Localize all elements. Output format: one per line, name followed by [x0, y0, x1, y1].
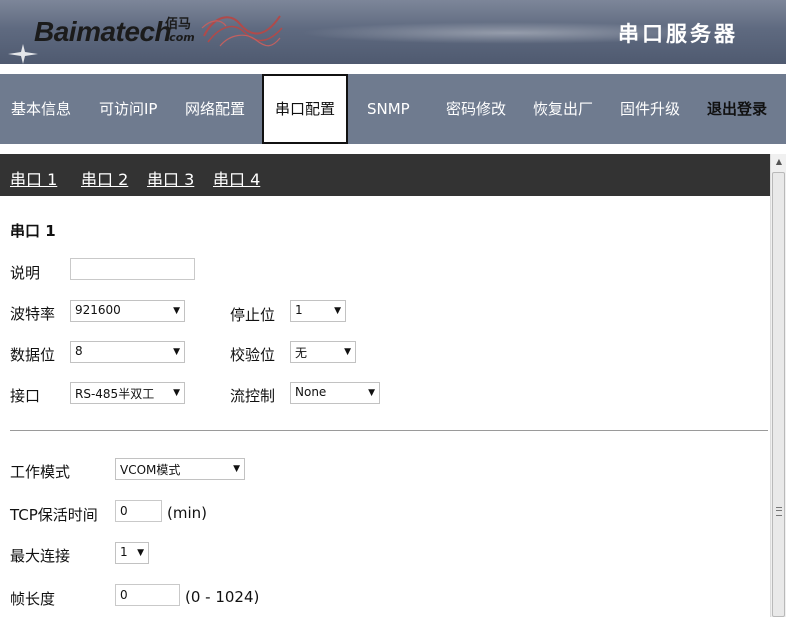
description-input[interactable]: [70, 258, 195, 280]
logo-domain: .com: [165, 31, 195, 44]
baud-rate-select[interactable]: 921600 ▼: [70, 300, 185, 322]
frame-length-unit: (0 - 1024): [185, 588, 260, 606]
logo-cn: 佰马 .com: [165, 18, 195, 44]
baud-rate-label: 波特率: [10, 305, 56, 323]
grip-icon: [776, 507, 782, 516]
nav-item-factory-reset[interactable]: 恢复出厂: [533, 74, 593, 144]
data-bits-label: 数据位: [10, 346, 56, 364]
frame-length-input[interactable]: [115, 584, 180, 606]
tab-serial-1[interactable]: 串口 1: [10, 166, 57, 190]
stop-bits-value: 1: [295, 303, 303, 317]
main-nav: 基本信息 可访问IP 网络配置 串口配置 SNMP 密码修改 恢复出厂 固件升级…: [0, 74, 786, 144]
frame-length-label: 帧长度: [10, 590, 56, 608]
interface-select[interactable]: RS-485半双工 ▼: [70, 382, 185, 404]
work-mode-value: VCOM模式: [120, 463, 181, 477]
chevron-down-icon: ▼: [173, 388, 180, 398]
data-bits-select[interactable]: 8 ▼: [70, 341, 185, 363]
chevron-down-icon: ▼: [344, 347, 351, 357]
chevron-down-icon: ▼: [334, 306, 341, 316]
product-title: 串口服务器: [618, 22, 738, 46]
max-connections-select[interactable]: 1 ▼: [115, 542, 149, 564]
nav-item-basic-info[interactable]: 基本信息: [11, 74, 71, 144]
nav-item-change-password[interactable]: 密码修改: [446, 74, 506, 144]
scrollbar-thumb[interactable]: [772, 172, 785, 617]
logo-text: Baimatech: [34, 16, 172, 47]
baud-rate-value: 921600: [75, 303, 121, 317]
header-banner: Baimatech 佰马 .com 串口服务器: [0, 0, 786, 64]
section-title: 串口 1: [10, 222, 56, 240]
parity-select[interactable]: 无 ▼: [290, 341, 356, 363]
stop-bits-select[interactable]: 1 ▼: [290, 300, 346, 322]
scroll-up-icon[interactable]: ▲: [771, 154, 786, 170]
stop-bits-label: 停止位: [230, 306, 276, 324]
tcp-keepalive-unit: (min): [167, 504, 207, 522]
vertical-scrollbar[interactable]: ▲: [770, 154, 786, 617]
max-connections-label: 最大连接: [10, 547, 71, 565]
content-frame: 串口 1 串口 2 串口 3 串口 4 串口 1 说明 波特率 921600 ▼…: [0, 154, 786, 617]
section-divider: [10, 430, 768, 431]
nav-item-logout[interactable]: 退出登录: [707, 74, 767, 144]
nav-item-serial-config[interactable]: 串口配置: [262, 74, 348, 144]
nav-item-firmware-upgrade[interactable]: 固件升级: [620, 74, 680, 144]
tab-serial-2[interactable]: 串口 2: [81, 166, 128, 190]
flow-control-label: 流控制: [230, 387, 276, 405]
chevron-down-icon: ▼: [173, 347, 180, 357]
tab-serial-4[interactable]: 串口 4: [213, 166, 260, 190]
interface-value: RS-485半双工: [75, 387, 155, 401]
logo-swirl-icon: [201, 15, 283, 47]
flow-control-select[interactable]: None ▼: [290, 382, 380, 404]
nav-item-network-config[interactable]: 网络配置: [185, 74, 245, 144]
nav-item-snmp[interactable]: SNMP: [367, 74, 410, 144]
tcp-keepalive-input[interactable]: [115, 500, 162, 522]
flow-control-value: None: [295, 385, 327, 399]
parity-value: 无: [295, 346, 308, 360]
chevron-down-icon: ▼: [368, 388, 375, 398]
nav-item-accessible-ip[interactable]: 可访问IP: [99, 74, 157, 144]
parity-label: 校验位: [230, 346, 276, 364]
description-label: 说明: [10, 264, 41, 282]
logo-cn-text: 佰马: [165, 17, 192, 32]
chevron-down-icon: ▼: [173, 306, 180, 316]
interface-label: 接口: [10, 387, 41, 405]
work-mode-label: 工作模式: [10, 463, 71, 481]
work-mode-select[interactable]: VCOM模式 ▼: [115, 458, 245, 480]
tab-serial-3[interactable]: 串口 3: [147, 166, 194, 190]
data-bits-value: 8: [75, 344, 83, 358]
tcp-keepalive-label: TCP保活时间: [10, 506, 98, 524]
chevron-down-icon: ▼: [233, 464, 240, 474]
max-connections-value: 1: [120, 545, 128, 559]
serial-port-tabs: 串口 1 串口 2 串口 3 串口 4: [0, 154, 770, 196]
chevron-down-icon: ▼: [137, 548, 144, 558]
